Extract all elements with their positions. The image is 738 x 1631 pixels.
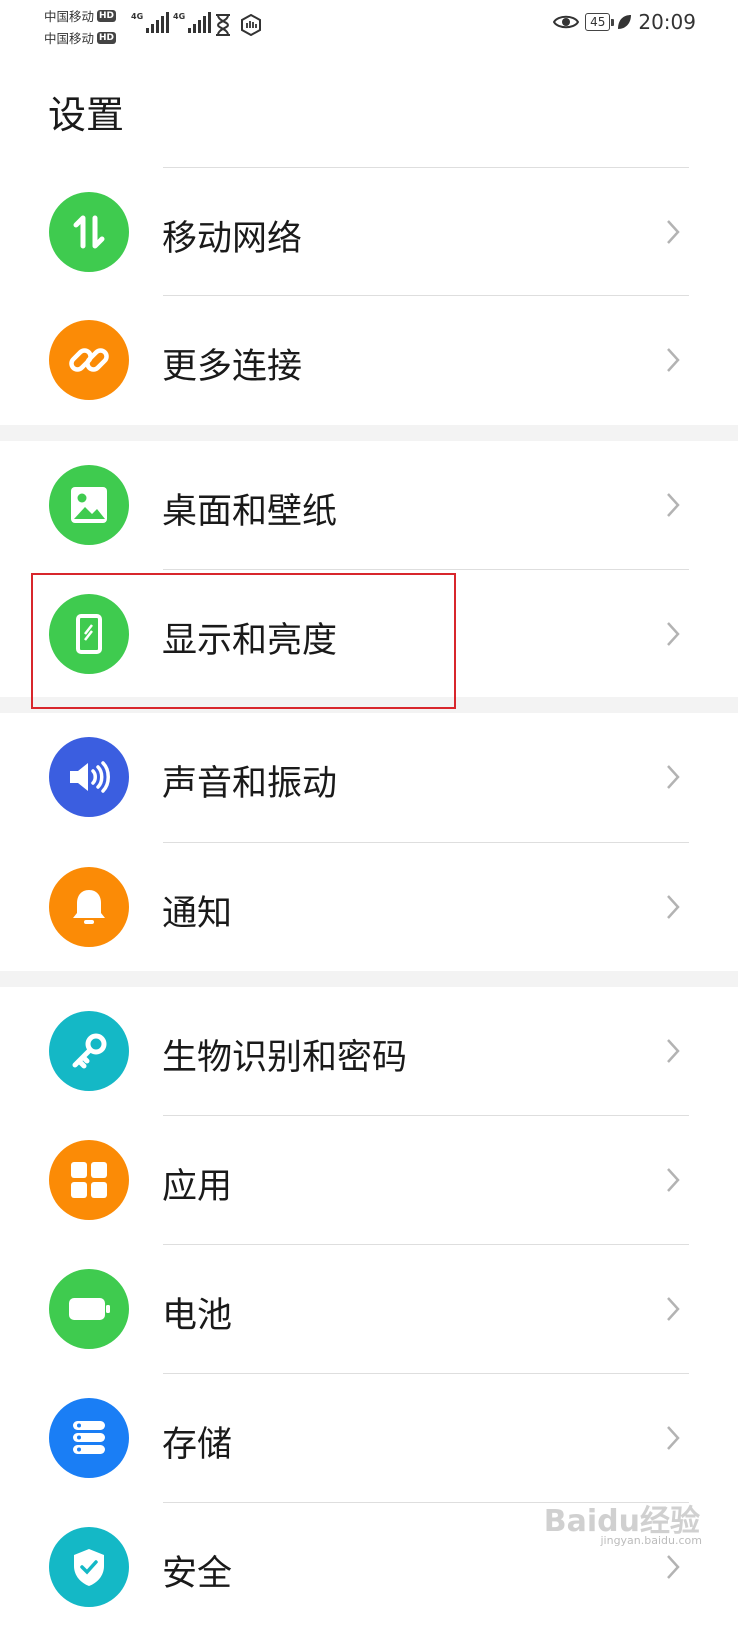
settings-item-sound-vibration[interactable]: 声音和振动: [0, 713, 738, 841]
chevron-right-icon: [667, 348, 680, 372]
status-bar: 中国移动 HD 中国移动 HD 4G 4G 45 20:09: [0, 0, 738, 50]
settings-item-label: 桌面和壁纸: [162, 492, 338, 532]
chevron-right-icon: [667, 765, 680, 789]
settings-item-label: 声音和振动: [162, 764, 338, 804]
settings-item-label: 移动网络: [162, 219, 303, 259]
baidu-watermark-url: jingyan.baidu.com: [600, 1534, 702, 1547]
shield-icon: [49, 1527, 129, 1607]
chevron-right-icon: [667, 622, 680, 646]
apps-grid-icon: [49, 1140, 129, 1220]
chevron-right-icon: [667, 493, 680, 517]
key-icon: [49, 1011, 129, 1091]
chevron-right-icon: [667, 1297, 680, 1321]
signal-icon: 4G: [173, 12, 212, 33]
chevron-right-icon: [667, 1168, 680, 1192]
signal-icon: 4G: [131, 12, 170, 33]
settings-item-label: 安全: [162, 1554, 233, 1594]
settings-item-apps[interactable]: 应用: [0, 1116, 738, 1244]
leaf-icon: [618, 15, 632, 29]
clock: 20:09: [638, 10, 696, 34]
bell-icon: [49, 867, 129, 947]
group-gap: [0, 971, 738, 987]
speaker-icon: [49, 737, 129, 817]
storage-icon: [49, 1398, 129, 1478]
settings-item-battery[interactable]: 电池: [0, 1245, 738, 1373]
hd-badge: HD: [97, 31, 117, 44]
status-right: 45 20:09: [553, 10, 696, 34]
settings-item-biometrics-password[interactable]: 生物识别和密码: [0, 987, 738, 1115]
settings-item-label: 电池: [162, 1296, 233, 1336]
chevron-right-icon: [667, 220, 680, 244]
battery-indicator: 45: [585, 13, 615, 31]
settings-item-wallpaper[interactable]: 桌面和壁纸: [0, 441, 738, 569]
settings-item-label: 生物识别和密码: [162, 1038, 408, 1078]
battery-icon: [49, 1269, 129, 1349]
carrier-1: 中国移动 HD: [44, 9, 117, 24]
chevron-right-icon: [667, 1555, 680, 1579]
settings-item-mobile-network[interactable]: 移动网络: [0, 168, 738, 296]
eye-comfort-icon: [553, 15, 580, 29]
chevron-right-icon: [667, 1039, 680, 1063]
settings-item-label: 通知: [162, 894, 233, 934]
carrier-2: 中国移动 HD: [44, 31, 117, 46]
chevron-right-icon: [667, 1426, 680, 1450]
group-gap: [0, 425, 738, 441]
settings-item-label: 更多连接: [162, 347, 303, 387]
hourglass-icon: [216, 14, 230, 36]
settings-item-label: 应用: [162, 1167, 233, 1207]
settings-item-label: 存储: [162, 1425, 233, 1465]
image-icon: [49, 465, 129, 545]
settings-item-notifications[interactable]: 通知: [0, 843, 738, 971]
chevron-right-icon: [667, 895, 680, 919]
settings-item-storage[interactable]: 存储: [0, 1374, 738, 1502]
arrows-updown-icon: [49, 192, 129, 272]
link-icon: [49, 320, 129, 400]
settings-item-more-connections[interactable]: 更多连接: [0, 296, 738, 424]
hand-shield-icon: [241, 14, 261, 36]
page-title: 设置: [48, 93, 125, 137]
highlight-annotation: [31, 573, 456, 709]
hd-badge: HD: [97, 9, 117, 22]
